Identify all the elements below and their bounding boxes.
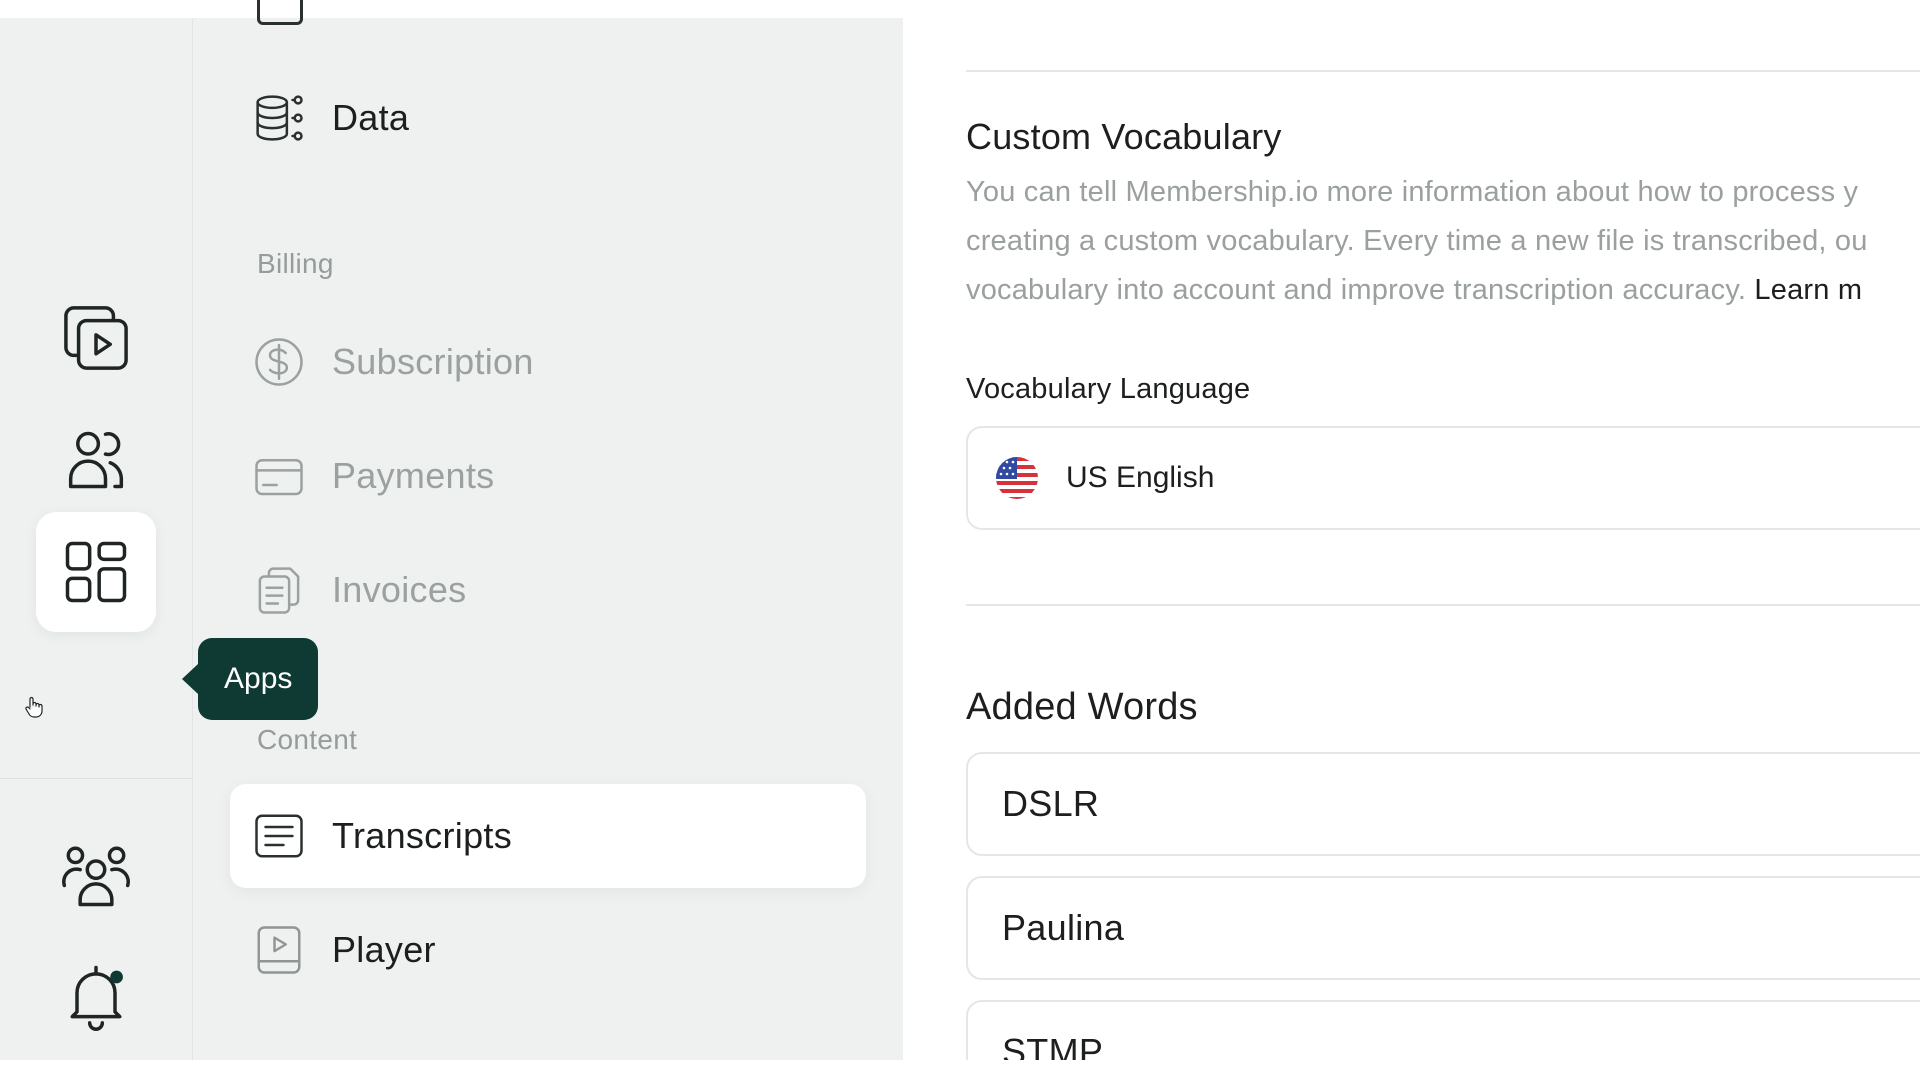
added-word-text: STMP bbox=[1002, 1031, 1104, 1060]
menu-item-player[interactable]: Player bbox=[230, 898, 866, 1002]
dollar-circle-icon bbox=[250, 333, 308, 391]
selected-language: US English bbox=[1066, 461, 1215, 494]
menu-item-label: Subscription bbox=[332, 341, 534, 382]
main-content: Custom Vocabulary You can tell Membershi… bbox=[904, 18, 1920, 1060]
description-text: vocabulary into account and improve tran… bbox=[966, 274, 1755, 306]
menu-item-label: Transcripts bbox=[332, 815, 512, 856]
partial-menu-icon bbox=[257, 0, 303, 25]
vocabulary-language-select[interactable]: US English bbox=[966, 426, 1920, 530]
description-line: You can tell Membership.io more informat… bbox=[966, 176, 1859, 208]
menu-item-transcripts[interactable]: Transcripts bbox=[230, 784, 866, 888]
bell-icon bbox=[70, 965, 123, 1031]
hand-cursor-icon bbox=[25, 696, 43, 718]
rail-divider bbox=[0, 778, 192, 779]
community-icon bbox=[62, 846, 130, 907]
player-icon bbox=[250, 921, 308, 979]
rail-videos-button[interactable] bbox=[36, 278, 156, 398]
us-flag-icon bbox=[996, 457, 1038, 499]
app-frame: Data Billing Subscription Payments Invoi… bbox=[0, 0, 1920, 1080]
menu-item-label: Invoices bbox=[332, 569, 467, 610]
apps-tooltip: Apps bbox=[181, 638, 319, 720]
notification-badge bbox=[110, 970, 123, 984]
custom-vocabulary-description: You can tell Membership.io more informat… bbox=[966, 168, 1920, 315]
section-divider bbox=[966, 604, 1920, 606]
rail-notifications-button[interactable] bbox=[36, 936, 156, 1056]
tooltip-text: Apps bbox=[224, 662, 293, 695]
documents-icon bbox=[250, 561, 308, 619]
added-word-text: DSLR bbox=[1002, 783, 1100, 824]
added-word-item[interactable]: DSLR bbox=[966, 752, 1920, 856]
menu-item-label: Data bbox=[332, 97, 410, 138]
users-icon bbox=[68, 431, 124, 489]
learn-more-link[interactable]: Learn m bbox=[1754, 274, 1862, 306]
menu-item-payments[interactable]: Payments bbox=[230, 424, 866, 528]
settings-menu: Data Billing Subscription Payments Invoi… bbox=[193, 0, 903, 1060]
menu-item-subscription[interactable]: Subscription bbox=[230, 310, 866, 414]
section-label-content: Content bbox=[257, 724, 358, 755]
apps-grid-icon bbox=[65, 541, 127, 603]
menu-item-label: Player bbox=[332, 929, 436, 970]
section-label-billing: Billing bbox=[257, 248, 334, 279]
description-line: creating a custom vocabulary. Every time… bbox=[966, 225, 1868, 257]
added-word-item[interactable]: Paulina bbox=[966, 876, 1920, 980]
added-word-text: Paulina bbox=[1002, 907, 1125, 948]
top-divider bbox=[966, 70, 1920, 72]
rail-apps-button[interactable] bbox=[36, 512, 156, 632]
icon-rail bbox=[0, 18, 193, 1060]
database-icon bbox=[250, 89, 308, 147]
menu-item-invoices[interactable]: Invoices bbox=[230, 538, 866, 642]
menu-item-data[interactable]: Data bbox=[230, 66, 866, 170]
custom-vocabulary-title: Custom Vocabulary bbox=[966, 116, 1282, 157]
video-library-icon bbox=[64, 306, 128, 370]
vocabulary-language-label: Vocabulary Language bbox=[966, 373, 1251, 405]
rail-community-button[interactable] bbox=[36, 816, 156, 936]
description-line: vocabulary into account and improve tran… bbox=[966, 266, 1920, 315]
rail-members-button[interactable] bbox=[36, 398, 156, 518]
credit-card-icon bbox=[250, 447, 308, 505]
added-word-item[interactable]: STMP bbox=[966, 1000, 1920, 1060]
transcript-icon bbox=[250, 807, 308, 865]
added-words-title: Added Words bbox=[966, 686, 1198, 728]
menu-item-label: Payments bbox=[332, 455, 495, 496]
